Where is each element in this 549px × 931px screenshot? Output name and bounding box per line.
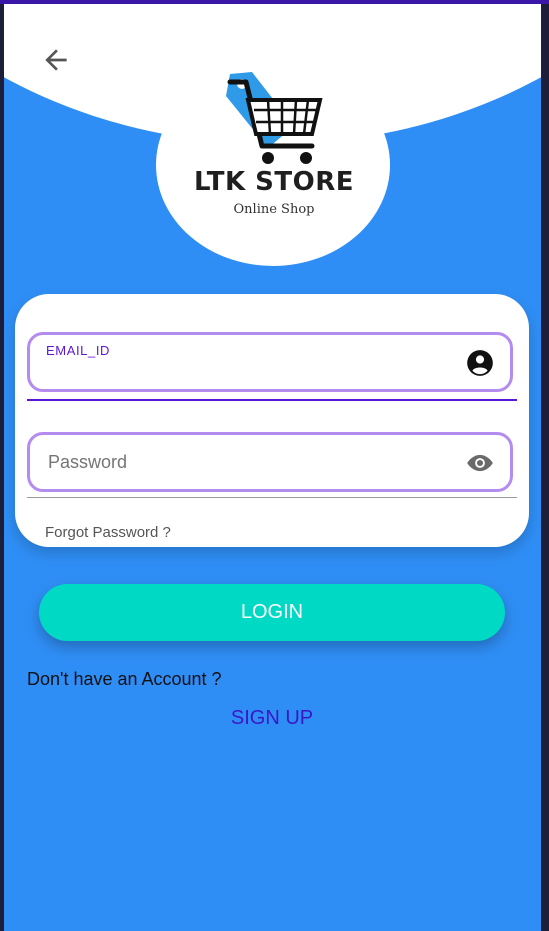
account-circle-icon <box>467 350 493 376</box>
password-input[interactable] <box>46 435 450 489</box>
no-account-text: Don't have an Account ? <box>27 669 222 689</box>
forgot-password-link[interactable]: Forgot Password ? <box>45 524 171 541</box>
login-button[interactable]: LOGIN <box>39 584 505 641</box>
signup-link[interactable]: SIGN UP <box>184 707 360 730</box>
back-arrow-icon <box>45 49 67 71</box>
brand-tagline: Online Shop <box>233 202 315 217</box>
login-screen: LTK STORE Online Shop EMAIL_ID Forgot Pa… <box>4 4 541 931</box>
email-underline <box>27 399 517 401</box>
password-field[interactable] <box>27 432 513 492</box>
email-field[interactable]: EMAIL_ID <box>27 332 513 392</box>
back-button[interactable] <box>40 44 72 76</box>
brand-name: LTK STORE <box>193 167 355 197</box>
eye-icon[interactable] <box>466 449 494 477</box>
login-card: EMAIL_ID Forgot Password ? <box>15 294 529 547</box>
email-input[interactable] <box>46 335 450 389</box>
password-underline <box>27 497 517 498</box>
